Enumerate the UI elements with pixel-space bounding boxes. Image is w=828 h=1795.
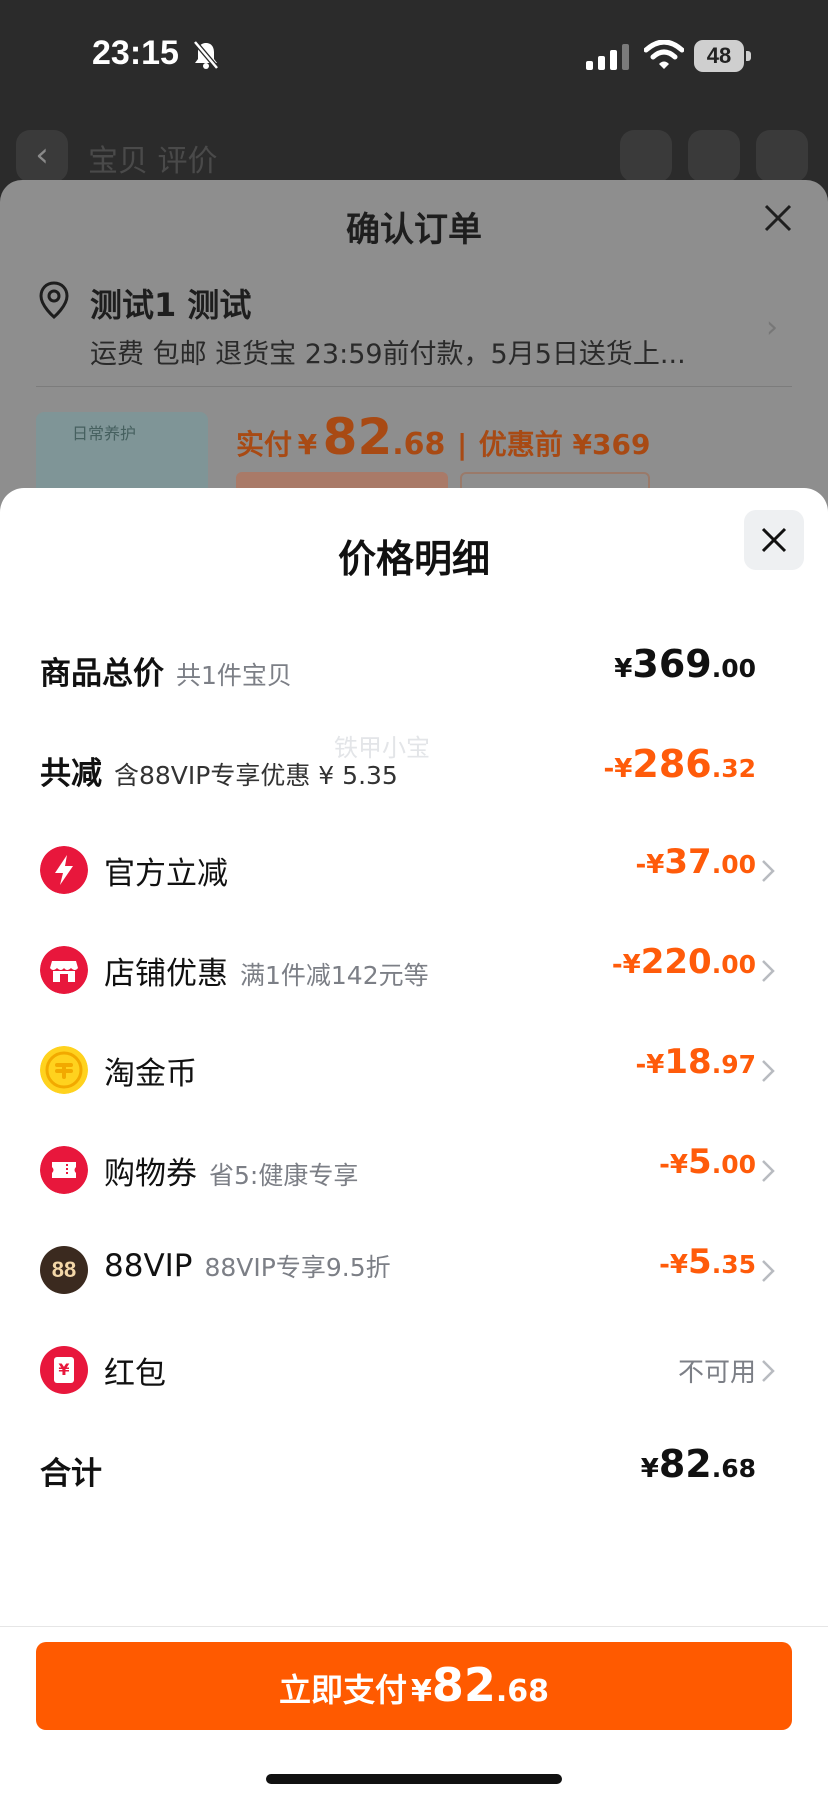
gold-coin-icon bbox=[40, 1046, 88, 1094]
product-nav-tabs: 宝贝 评价 bbox=[88, 144, 218, 179]
lightning-icon bbox=[40, 846, 88, 894]
order-confirm-sheet: 确认订单 测试1 测试 运费 包邮 退货宝 23:59前付款，5月5日送货上..… bbox=[0, 180, 828, 520]
chevron-right-icon bbox=[762, 960, 775, 982]
status-time: 23:15 bbox=[92, 34, 179, 72]
battery-icon: 48 bbox=[694, 40, 752, 72]
pay-label: 立即支付 bbox=[278, 1671, 407, 1709]
chevron-right-icon bbox=[762, 1360, 775, 1382]
price-detail-sheet: 价格明细 铁甲小宝 商品总价 共1件宝贝 ¥369.00 共减 含88VIP专享优惠… bbox=[0, 488, 828, 1795]
row-sub: 含88VIP专享优惠 ¥ 5.35 bbox=[114, 761, 398, 790]
red-packet-icon: ¥ bbox=[40, 1346, 88, 1394]
row-label: 商品总价 bbox=[40, 656, 164, 692]
row-amount: -¥5.00 bbox=[659, 1142, 756, 1182]
pay-now-button[interactable]: 立即支付 ¥82.68 bbox=[36, 1642, 792, 1730]
chevron-right-icon bbox=[762, 1160, 775, 1182]
row-official-discount[interactable]: 官方立减 -¥37.00 bbox=[0, 836, 828, 906]
home-indicator[interactable] bbox=[266, 1774, 562, 1784]
row-88vip[interactable]: 88 88VIP 88VIP专享9.5折 -¥5.35 bbox=[0, 1236, 828, 1306]
row-label: 店铺优惠 bbox=[104, 956, 228, 992]
row-shop-discount[interactable]: 店铺优惠 满1件减142元等 -¥220.00 bbox=[0, 936, 828, 1006]
row-amount: -¥5.35 bbox=[659, 1242, 756, 1282]
paid-summary: 实付 ¥ 82.68 | 优惠前 ¥369 bbox=[236, 408, 651, 466]
close-button[interactable] bbox=[744, 510, 804, 570]
product-thumb-label: 日常养护 bbox=[72, 424, 137, 443]
row-label: 官方立减 bbox=[104, 856, 228, 892]
row-red-packet[interactable]: ¥ 红包 不可用 bbox=[0, 1336, 828, 1406]
row-label: 红包 bbox=[104, 1356, 166, 1392]
chevron-right-icon[interactable]: › bbox=[766, 310, 778, 345]
before-discount-price: 优惠前 ¥369 bbox=[478, 428, 651, 461]
chevron-right-icon bbox=[762, 1060, 775, 1082]
sheet-title: 价格明细 bbox=[337, 537, 490, 581]
row-amount: -¥37.00 bbox=[635, 842, 756, 882]
row-total: 合计 ¥82.68 bbox=[0, 1436, 828, 1506]
row-label: 88VIP bbox=[104, 1248, 193, 1284]
cart-icon[interactable] bbox=[688, 130, 740, 182]
bell-muted-icon bbox=[193, 40, 219, 70]
shipping-info: 运费 包邮 退货宝 23:59前付款，5月5日送货上... bbox=[90, 339, 686, 370]
row-label: 购物券 bbox=[104, 1156, 197, 1192]
row-amount: ¥369.00 bbox=[614, 642, 756, 686]
chevron-right-icon bbox=[762, 860, 775, 882]
status-bar: 23:15 48 bbox=[0, 0, 828, 110]
address-name[interactable]: 测试1 测试 bbox=[90, 280, 251, 326]
row-label: 合计 bbox=[40, 1456, 102, 1492]
paid-label: 实付 bbox=[236, 428, 293, 461]
pay-amount: 82 bbox=[431, 1658, 496, 1712]
close-icon[interactable] bbox=[760, 200, 796, 236]
close-icon bbox=[761, 527, 787, 553]
battery-level: 48 bbox=[694, 40, 744, 72]
chevron-right-icon bbox=[762, 1260, 775, 1282]
row-shopping-coupon[interactable]: 购物券 省5:健康专享 -¥5.00 bbox=[0, 1136, 828, 1206]
row-sub: 满1件减142元等 bbox=[240, 961, 429, 990]
row-gold-coin[interactable]: 淘金币 -¥18.97 bbox=[0, 1036, 828, 1106]
row-goods-total: 商品总价 共1件宝贝 ¥369.00 bbox=[0, 636, 828, 706]
row-label: 淘金币 bbox=[104, 1056, 197, 1092]
row-sub: 共1件宝贝 bbox=[176, 661, 292, 690]
vip88-icon: 88 bbox=[40, 1246, 88, 1294]
shop-icon bbox=[40, 946, 88, 994]
paid-amount: 82 bbox=[322, 408, 393, 466]
more-icon[interactable] bbox=[756, 130, 808, 182]
order-title: 确认订单 bbox=[346, 210, 482, 250]
row-sub: 88VIP专享9.5折 bbox=[204, 1253, 391, 1282]
row-total-discount: 共减 含88VIP专享优惠 ¥ 5.35 -¥286.32 bbox=[0, 736, 828, 806]
row-amount: -¥286.32 bbox=[603, 742, 756, 786]
row-amount: -¥18.97 bbox=[635, 1042, 756, 1082]
location-pin-icon bbox=[39, 281, 69, 319]
row-label: 共减 bbox=[40, 756, 102, 792]
signal-icon bbox=[586, 44, 629, 70]
row-sub: 省5:健康专享 bbox=[209, 1161, 359, 1190]
row-amount: -¥220.00 bbox=[611, 942, 756, 982]
back-icon[interactable]: ‹ bbox=[16, 130, 68, 182]
coupon-icon bbox=[40, 1146, 88, 1194]
divider bbox=[0, 1626, 828, 1627]
divider bbox=[36, 386, 792, 387]
share-icon[interactable] bbox=[620, 130, 672, 182]
row-amount: ¥82.68 bbox=[640, 1442, 756, 1486]
row-status: 不可用 bbox=[677, 1358, 756, 1388]
wifi-icon bbox=[644, 40, 684, 69]
